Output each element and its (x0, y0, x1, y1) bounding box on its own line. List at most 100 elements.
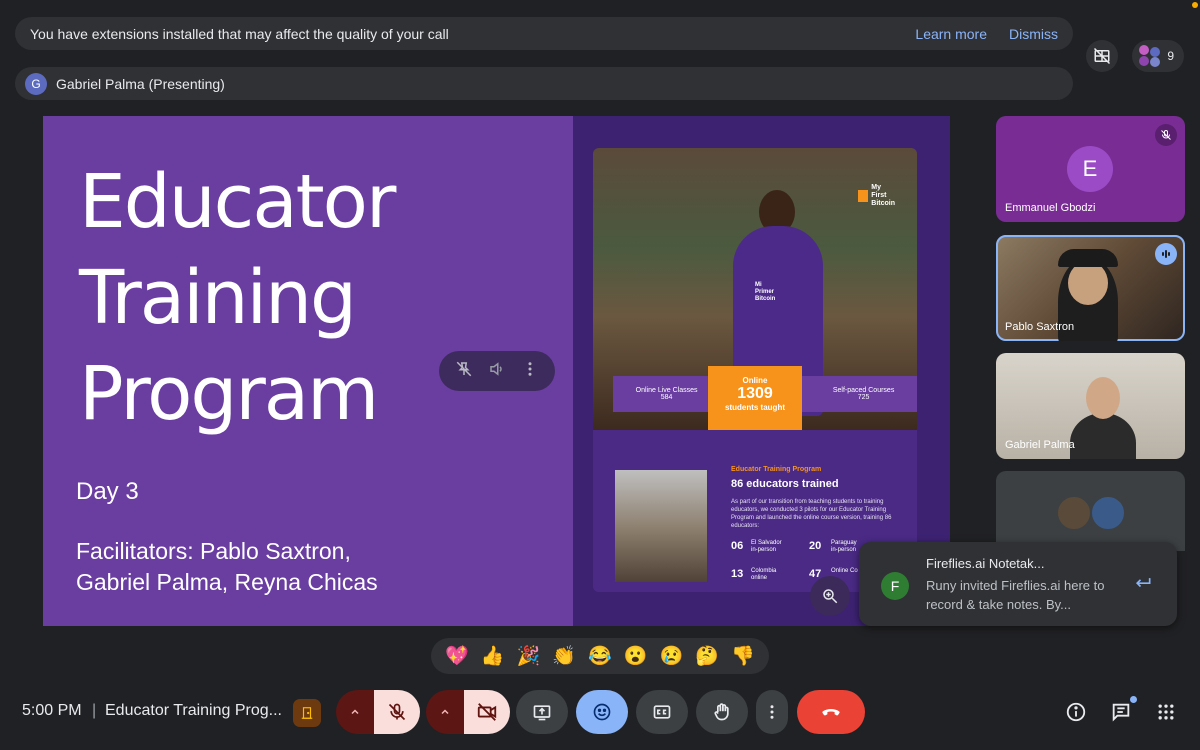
captions-icon (653, 705, 671, 719)
extensions-banner: You have extensions installed that may a… (15, 17, 1073, 50)
participant-avatar: E (1067, 146, 1113, 192)
participant-avatar (1090, 495, 1126, 531)
chevron-up-icon (441, 709, 449, 715)
my-first-bitcoin-logo: My First Bitcoin (858, 184, 895, 208)
participants-button[interactable]: 9 (1132, 40, 1184, 72)
unpin-icon[interactable] (455, 360, 473, 383)
camera-off-icon (477, 703, 497, 721)
meeting-details-button[interactable] (1064, 700, 1088, 724)
participant-tile[interactable]: Pablo Saxtron (996, 235, 1185, 341)
end-call-icon (822, 709, 840, 716)
participant-face (1068, 261, 1108, 305)
section-label: Educator Training Program (731, 466, 822, 473)
presentation-mini-toolbar (439, 351, 555, 391)
row-place-name: Online Co (831, 568, 858, 574)
group-photo (615, 470, 707, 582)
dismiss-button[interactable]: Dismiss (1009, 26, 1058, 42)
participant-hat (1058, 249, 1118, 267)
hide-tiles-button[interactable] (1086, 40, 1119, 72)
slide-title: Educator Training Program (79, 154, 537, 442)
fireflies-notification[interactable]: F Fireflies.ai Notetak... Runy invited F… (859, 542, 1177, 626)
participant-name: Pablo Saxtron (1005, 321, 1075, 333)
row-mode: in-person (831, 547, 857, 553)
captions-button[interactable] (636, 690, 688, 734)
participant-tile[interactable]: E Emmanuel Gbodzi (996, 116, 1185, 222)
logo-text-line: First (871, 192, 887, 199)
door-icon (301, 707, 313, 719)
reactions-bar: 💖 👍 🎉 👏 😂 😮 😢 🤔 👎 (431, 638, 769, 674)
banner-message: You have extensions installed that may a… (30, 25, 449, 42)
participant-avatars-icon (1139, 45, 1161, 67)
reaction-thumbs-up[interactable]: 👍 (481, 644, 505, 668)
raise-hand-button[interactable] (696, 690, 748, 734)
row-place: El Salvador in-person (751, 540, 782, 554)
mic-options-button[interactable] (336, 690, 374, 734)
meeting-name: Educator Training Prog... (105, 702, 282, 719)
bottom-control-bar: 5:00 PM | Educator Training Prog... (0, 690, 1200, 734)
companion-mode-button[interactable] (293, 699, 321, 727)
shirt-text-line: Mi (755, 282, 762, 288)
row-place-name: Colombia (751, 568, 777, 574)
mic-toggle-button[interactable] (374, 690, 420, 734)
chat-unread-dot (1130, 696, 1137, 703)
info-icon (1066, 702, 1086, 722)
row-place: Paraguay in-person (831, 540, 857, 554)
presenter-avatar: G (25, 72, 47, 95)
presenting-bar: G Gabriel Palma (Presenting) (15, 67, 1073, 100)
shirt-text: Mi Primer Bitcoin (755, 282, 775, 303)
camera-toggle-button[interactable] (464, 690, 510, 734)
stat-self-paced: Self-paced Courses 725 (833, 387, 894, 401)
notification-body: Runy invited Fireflies.ai here to record… (926, 578, 1105, 612)
reaction-thinking[interactable]: 🤔 (695, 644, 719, 668)
reaction-sad[interactable]: 😢 (660, 644, 684, 668)
stat-sub: students taught (725, 403, 785, 412)
stat-value: 584 (660, 394, 673, 401)
participant-name: Emmanuel Gbodzi (1005, 202, 1096, 214)
stat-label: Online (742, 376, 768, 385)
more-options-icon[interactable] (521, 360, 539, 383)
slide-day: Day 3 (76, 478, 139, 505)
emoji-reactions-button[interactable] (576, 690, 628, 734)
raise-hand-icon (714, 703, 729, 721)
participant-tile[interactable]: Gabriel Palma (996, 353, 1185, 459)
more-options-button[interactable] (756, 690, 788, 734)
stat-label: Online Live Classes (635, 387, 698, 394)
row-number: 20 (809, 540, 822, 552)
chat-button[interactable] (1109, 696, 1137, 724)
participant-name: Gabriel Palma (1005, 439, 1075, 451)
row-number: 06 (731, 540, 744, 552)
reply-icon[interactable] (1133, 574, 1153, 600)
top-right-controls: 9 (1086, 40, 1184, 72)
reaction-thumbs-down[interactable]: 👎 (731, 644, 755, 668)
notification-title: Fireflies.ai Notetak... (926, 556, 1045, 571)
notification-dot (1192, 2, 1198, 8)
hide-tiles-icon (1094, 47, 1111, 65)
stat-value: 1309 (737, 385, 773, 402)
logo-text-line: My (871, 184, 881, 191)
shirt-text-line: Bitcoin (755, 296, 776, 302)
reaction-laugh[interactable]: 😂 (588, 644, 612, 668)
more-vert-icon (770, 705, 774, 719)
zoom-in-icon (823, 589, 838, 604)
reaction-clap[interactable]: 👏 (552, 644, 576, 668)
chat-icon (1112, 703, 1130, 722)
zoom-in-button[interactable] (810, 576, 850, 616)
leave-call-button[interactable] (797, 690, 865, 734)
mic-off-icon (388, 703, 406, 721)
participant-avatar (1056, 495, 1092, 531)
clock: 5:00 PM (22, 702, 82, 719)
activities-button[interactable] (1154, 700, 1178, 724)
separator: | (92, 702, 97, 719)
emoji-icon (593, 703, 611, 721)
participant-tile[interactable] (996, 471, 1185, 551)
row-place: Colombia online (751, 568, 776, 582)
reaction-heart[interactable]: 💖 (445, 644, 469, 668)
reaction-surprised[interactable]: 😮 (624, 644, 648, 668)
camera-options-button[interactable] (426, 690, 464, 734)
present-screen-button[interactable] (516, 690, 568, 734)
volume-icon[interactable] (488, 360, 506, 383)
section-text: As part of our transition from teaching … (731, 499, 892, 529)
reaction-party[interactable]: 🎉 (517, 644, 541, 668)
learn-more-link[interactable]: Learn more (915, 26, 987, 42)
meet-window: You have extensions installed that may a… (0, 0, 1200, 750)
